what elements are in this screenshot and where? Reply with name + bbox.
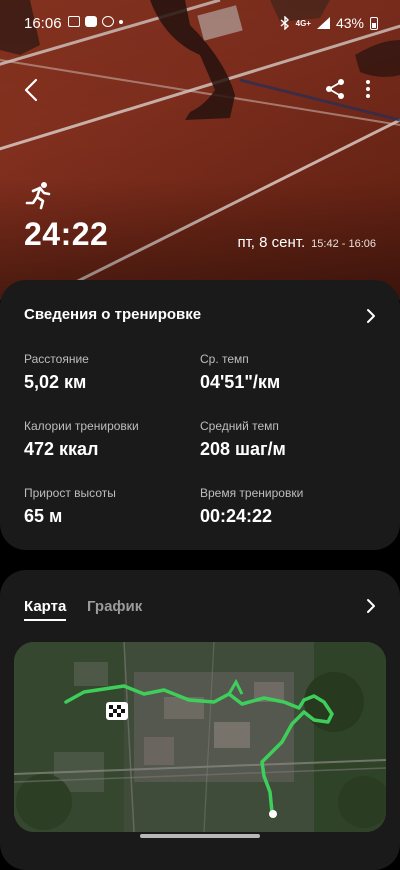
workout-date: пт, 8 сент. <box>237 234 306 251</box>
stat-value: 00:24:22 <box>200 506 273 526</box>
signal-icon <box>316 17 330 29</box>
stat-value: 04'51"/км <box>200 372 281 392</box>
stat-value: 65 м <box>24 506 63 526</box>
stat-workout-time: Время тренировки 00:24:22 <box>200 486 303 527</box>
running-icon <box>25 182 51 210</box>
stat-value: 208 шаг/м <box>200 439 286 459</box>
more-notifications-icon <box>119 19 123 24</box>
stat-label: Ср. темп <box>200 352 249 366</box>
network-type: 4G+ <box>295 18 311 28</box>
back-button[interactable] <box>16 74 48 106</box>
home-indicator[interactable] <box>140 834 260 838</box>
battery-percent: 43% <box>335 15 364 31</box>
satellite-map <box>14 642 386 832</box>
chevron-right-icon[interactable] <box>364 307 378 325</box>
stat-avg-pace: Ср. темп 04'51"/км <box>200 352 280 393</box>
workout-date-line: пт, 8 сент. 15:42 - 16:06 <box>237 234 376 251</box>
chat-icon <box>102 16 114 27</box>
stat-label: Время тренировки <box>200 486 304 500</box>
notification-icons <box>68 16 123 27</box>
tab-map[interactable]: Карта <box>24 598 67 621</box>
stat-elevation-gain: Прирост высоты 65 м <box>24 486 116 527</box>
workout-duration: 24:22 <box>24 216 109 252</box>
start-flag-icon <box>106 702 128 720</box>
stat-label: Расстояние <box>24 352 89 366</box>
stat-label: Прирост высоты <box>24 486 116 500</box>
stat-value: 5,02 км <box>24 372 87 392</box>
hero-banner: 16:06 4G+ 43% 24:22 пт, 8 сент. 15:42 - … <box>0 0 400 300</box>
workout-time-range: 15:42 - 16:06 <box>311 238 376 250</box>
stat-cadence: Средний темп 208 шаг/м <box>200 419 286 460</box>
finish-point <box>269 810 277 818</box>
map-card: Карта График <box>0 570 400 870</box>
route-map[interactable] <box>14 642 386 832</box>
more-options-button[interactable] <box>356 74 380 104</box>
bluetooth-icon <box>280 16 289 30</box>
gallery-icon <box>68 16 80 27</box>
stat-value: 472 ккал <box>24 439 99 459</box>
stat-label: Калории тренировки <box>24 419 139 433</box>
workout-details-title: Сведения о тренировке <box>24 306 202 323</box>
tab-chart[interactable]: График <box>87 598 142 615</box>
battery-icon <box>370 16 378 30</box>
stat-calories: Калории тренировки 472 ккал <box>24 419 139 460</box>
stat-distance: Расстояние 5,02 км <box>24 352 89 393</box>
youtube-icon <box>85 16 97 27</box>
chevron-right-icon[interactable] <box>364 597 378 615</box>
share-button[interactable] <box>320 74 350 104</box>
system-icons: 4G+ 43% <box>280 15 378 31</box>
workout-details-card[interactable]: Сведения о тренировке Расстояние 5,02 км… <box>0 280 400 550</box>
status-time: 16:06 <box>24 15 62 32</box>
stat-label: Средний темп <box>200 419 279 433</box>
status-bar: 16:06 4G+ 43% <box>0 0 400 48</box>
